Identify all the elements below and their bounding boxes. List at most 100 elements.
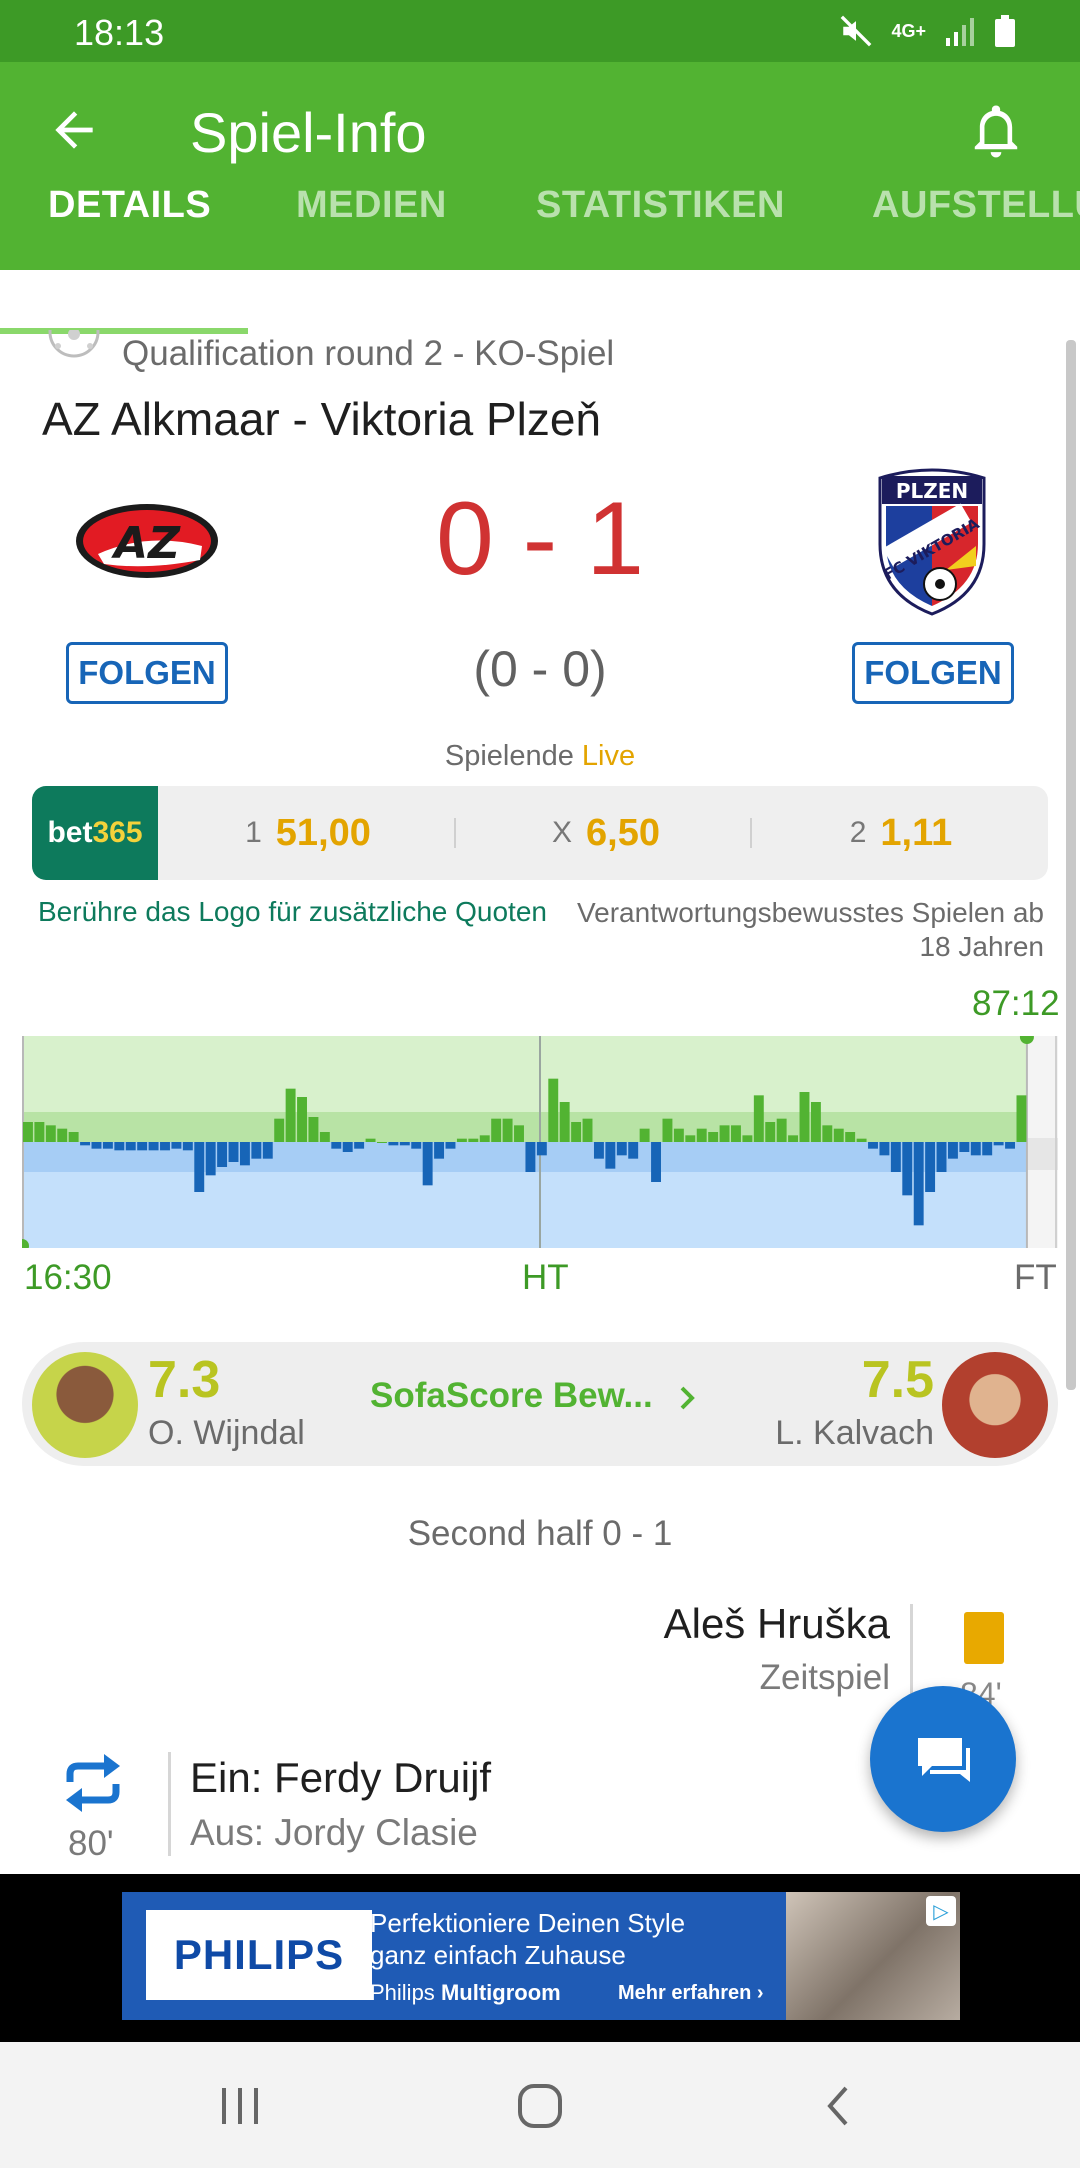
graph-home-band bbox=[22, 1112, 1027, 1142]
odd-draw-value: 6,50 bbox=[586, 811, 660, 854]
momentum-bar bbox=[285, 1088, 296, 1142]
momentum-bar bbox=[765, 1122, 776, 1142]
momentum-bar bbox=[80, 1142, 91, 1146]
signal-icon bbox=[946, 18, 974, 46]
momentum-bar bbox=[342, 1142, 353, 1152]
responsible-gambling-note: Verantwortungsbewusstes Spielen ab 18 Ja… bbox=[577, 897, 1044, 962]
substitution-player-out[interactable]: Aus: Jordy Clasie bbox=[190, 1812, 478, 1854]
momentum-bar bbox=[673, 1128, 684, 1142]
momentum-bar bbox=[731, 1125, 741, 1142]
adchoices-icon[interactable]: ▷ bbox=[926, 1896, 956, 1926]
momentum-bar bbox=[45, 1125, 56, 1142]
momentum-bar bbox=[125, 1142, 136, 1151]
graph-current-time: 87:12 bbox=[972, 984, 1060, 1023]
ad-cta[interactable]: Mehr erfahren › bbox=[618, 1982, 764, 2005]
tab-lineups[interactable]: AUFSTELLU bbox=[872, 184, 1080, 227]
momentum-bar bbox=[217, 1142, 228, 1167]
momentum-bar bbox=[856, 1138, 867, 1142]
home-icon[interactable] bbox=[510, 2082, 570, 2130]
away-player-name: L. Kalvach bbox=[775, 1414, 934, 1452]
momentum-bar bbox=[685, 1135, 696, 1142]
recent-apps-icon[interactable] bbox=[210, 2082, 270, 2130]
momentum-bar bbox=[822, 1125, 833, 1142]
ad-brand-logo: PHILIPS bbox=[146, 1910, 372, 2000]
momentum-bar bbox=[696, 1128, 707, 1142]
momentum-bar bbox=[148, 1142, 159, 1151]
odds-hint[interactable]: Berühre das Logo für zusätzliche Quoten bbox=[38, 896, 547, 928]
momentum-bar bbox=[788, 1135, 799, 1142]
substitution-minute: 80' bbox=[68, 1824, 114, 1863]
page-title: Spiel-Info bbox=[190, 101, 427, 164]
odd-away-value: 1,11 bbox=[880, 811, 953, 854]
round-label: Qualification round 2 - KO-Spiel bbox=[122, 334, 615, 373]
odd-away-label: 2 bbox=[849, 816, 867, 849]
momentum-bar bbox=[845, 1132, 856, 1142]
ad-product: Philips Multigroom bbox=[370, 1980, 561, 2005]
az-alkmaar-logo[interactable]: AZ bbox=[74, 502, 220, 580]
back-icon[interactable] bbox=[810, 2082, 870, 2130]
tab-media[interactable]: MEDIEN bbox=[296, 184, 447, 227]
momentum-bar bbox=[868, 1142, 878, 1149]
odd-draw[interactable]: X 6,50 bbox=[458, 786, 754, 880]
momentum-bar bbox=[331, 1142, 342, 1149]
momentum-bar bbox=[742, 1135, 753, 1142]
momentum-bar bbox=[399, 1142, 410, 1146]
away-player-avatar[interactable] bbox=[942, 1352, 1048, 1458]
follow-away-button[interactable]: FOLGEN bbox=[852, 642, 1014, 704]
yellow-card-icon bbox=[964, 1612, 1004, 1664]
sofascore-rating-bar[interactable]: 7.3 O. Wijndal SofaScore Bew... 7.5 L. K… bbox=[22, 1342, 1058, 1466]
momentum-graph[interactable] bbox=[22, 1036, 1058, 1248]
momentum-bar bbox=[274, 1118, 285, 1142]
back-arrow-icon[interactable] bbox=[46, 102, 102, 158]
period-header: Second half 0 - 1 bbox=[407, 1514, 673, 1553]
momentum-bar bbox=[57, 1128, 68, 1142]
follow-home-button[interactable]: FOLGEN bbox=[66, 642, 228, 704]
bell-icon[interactable] bbox=[968, 102, 1024, 162]
momentum-bar bbox=[479, 1135, 490, 1142]
momentum-bar bbox=[913, 1142, 924, 1226]
ad-banner[interactable]: PHILIPS Perfektioniere Deinen Style ganz… bbox=[122, 1892, 960, 2020]
chat-button[interactable] bbox=[870, 1686, 1016, 1832]
momentum-bar bbox=[68, 1132, 79, 1142]
momentum-bar bbox=[536, 1142, 547, 1156]
momentum-bar bbox=[422, 1142, 433, 1186]
momentum-bar bbox=[810, 1102, 821, 1142]
odd-away[interactable]: 2 1,11 bbox=[754, 786, 1048, 880]
status-text: Spielende bbox=[444, 740, 574, 772]
graph-fulltime-label: FT bbox=[1014, 1258, 1057, 1297]
odd-home-label: 1 bbox=[245, 816, 262, 849]
momentum-bar bbox=[239, 1142, 250, 1166]
tab-details[interactable]: DETAILS bbox=[48, 184, 211, 227]
odd-home[interactable]: 1 51,00 bbox=[158, 786, 458, 880]
substitution-player-in[interactable]: Ein: Ferdy Druijf bbox=[190, 1754, 491, 1802]
momentum-bar bbox=[228, 1142, 239, 1162]
momentum-bar bbox=[194, 1142, 205, 1192]
ad-headline-2: ganz einfach Zuhause bbox=[370, 1940, 626, 1970]
viktoria-plzen-logo[interactable]: PLZEN FC VIKTORIA bbox=[876, 466, 988, 616]
halftime-score: (0 - 0) bbox=[473, 641, 607, 697]
odds-bar[interactable]: bet 365 1 51,00 X 6,50 2 1,11 bbox=[32, 786, 1048, 880]
card-event[interactable]: Aleš Hruška Zeitspiel bbox=[598, 1600, 890, 1698]
home-player-avatar[interactable] bbox=[32, 1352, 138, 1458]
momentum-bar bbox=[445, 1142, 456, 1149]
plzen-logo-top-text: PLZEN bbox=[896, 479, 968, 503]
bet365-logo[interactable]: bet 365 bbox=[32, 786, 158, 880]
ad-banner-area: PHILIPS Perfektioniere Deinen Style ganz… bbox=[0, 1874, 1080, 2042]
momentum-bar bbox=[319, 1132, 330, 1142]
scrollbar[interactable] bbox=[1066, 340, 1076, 1390]
momentum-bar bbox=[982, 1142, 993, 1156]
momentum-bar bbox=[34, 1122, 45, 1142]
momentum-bar bbox=[776, 1118, 787, 1142]
match-status: Spielende Live bbox=[0, 740, 1080, 773]
momentum-bar bbox=[91, 1142, 102, 1149]
momentum-bar bbox=[137, 1142, 148, 1151]
tab-statistics[interactable]: STATISTIKEN bbox=[536, 184, 785, 227]
momentum-bar bbox=[753, 1095, 764, 1142]
sofascore-rating-link[interactable]: SofaScore Bew... bbox=[370, 1376, 700, 1416]
momentum-bar bbox=[23, 1122, 33, 1142]
momentum-bar bbox=[890, 1142, 901, 1172]
graph-halftime-label: HT bbox=[522, 1258, 569, 1297]
card-event-player: Aleš Hruška bbox=[663, 1600, 890, 1647]
match-title: AZ Alkmaar - Viktoria Plzeň bbox=[42, 393, 602, 445]
momentum-bar bbox=[365, 1138, 376, 1142]
